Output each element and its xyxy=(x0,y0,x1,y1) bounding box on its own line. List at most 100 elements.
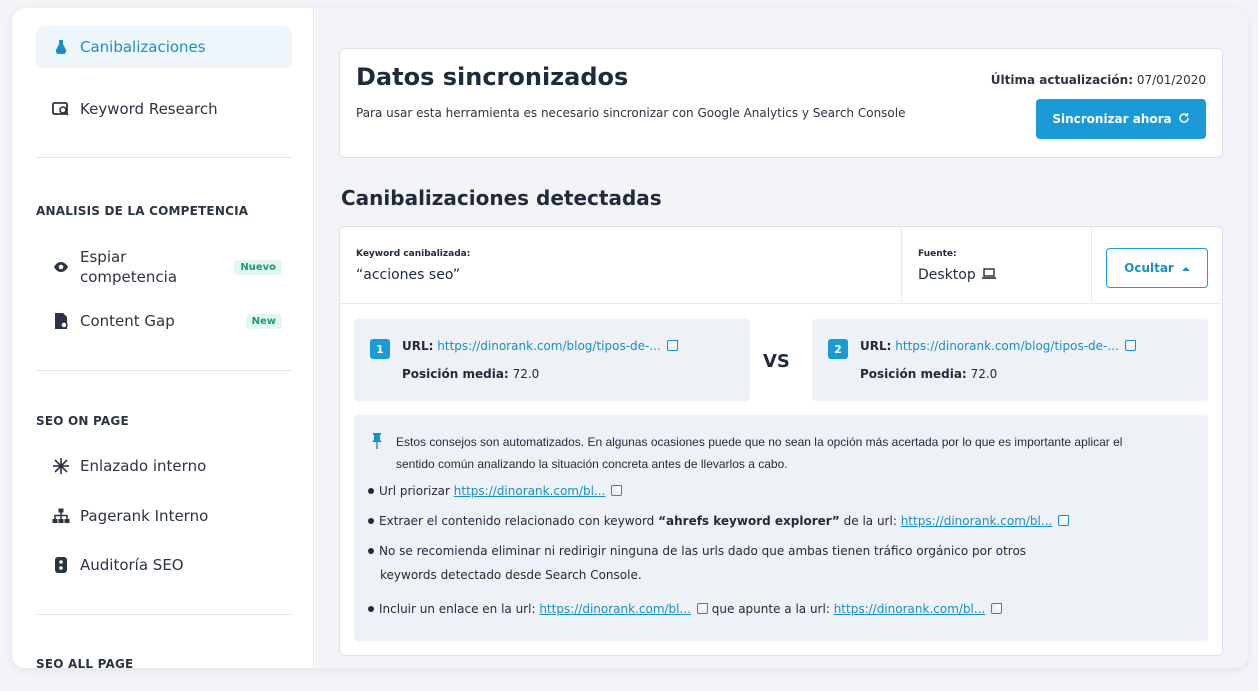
section-title-competencia: ANALISIS DE LA COMPETENCIA xyxy=(36,204,249,218)
app-window: Canibalizaciones Keyword Research ANALIS… xyxy=(12,8,1248,668)
tip-item: Incluir un enlace en la url: https://din… xyxy=(368,597,1003,621)
automated-tips-note: Estos consejos son automatizados. En alg… xyxy=(396,435,1123,471)
bullet xyxy=(368,518,374,524)
sidebar-item-pagerank-interno[interactable]: Pagerank Interno xyxy=(36,495,292,537)
position-value: 72.0 xyxy=(512,367,540,381)
external-link-icon[interactable] xyxy=(666,340,678,351)
external-link-icon[interactable] xyxy=(1124,340,1136,351)
sidebar-item-canibalizaciones[interactable]: Canibalizaciones xyxy=(36,26,292,68)
url-line: URL: https://dinorank.com/blog/tipos-de-… xyxy=(402,339,678,353)
sidebar-item-label: Pagerank Interno xyxy=(80,507,209,525)
tip-text: de la url: xyxy=(843,514,897,528)
new-badge: Nuevo xyxy=(234,259,282,275)
tip-item: Url priorizar https://dinorank.com/bl... xyxy=(368,479,623,503)
laptop-icon xyxy=(981,267,996,283)
last-update-label: Última actualización: xyxy=(990,73,1133,87)
sidebar-item-auditoria-seo[interactable]: Auditoría SEO xyxy=(36,544,292,586)
sitemap-icon xyxy=(52,507,70,525)
flask-icon xyxy=(52,38,70,56)
tip-link[interactable]: https://dinorank.com/bl... xyxy=(834,602,986,616)
divider xyxy=(340,303,1222,304)
sidebar-item-label: Content Gap xyxy=(80,312,175,330)
divider xyxy=(36,157,292,158)
url-label: URL: xyxy=(860,339,892,353)
new-badge: New xyxy=(245,313,282,329)
url-number-badge: 2 xyxy=(828,339,848,359)
tip-text: keywords detectado desde Search Console. xyxy=(380,568,642,582)
last-update: Última actualización: 07/01/2020 xyxy=(991,73,1206,87)
cannibalization-card: Keyword canibalizada: “acciones seo” Fue… xyxy=(339,226,1223,656)
tip-text: Url priorizar xyxy=(379,484,450,498)
sync-button-label: Sincronizar ahora xyxy=(1052,112,1172,126)
eye-icon xyxy=(52,258,70,276)
source-text: Desktop xyxy=(918,267,976,283)
bullet xyxy=(368,548,374,554)
vs-label: VS xyxy=(763,351,790,372)
section-title-seo-all-page: SEO ALL PAGE xyxy=(36,657,134,668)
audit-icon xyxy=(52,556,70,574)
sidebar-item-enlazado-interno[interactable]: Enlazado interno xyxy=(36,445,292,487)
tips-box: Estos consejos son automatizados. En alg… xyxy=(354,415,1208,641)
sidebar-item-label: Espiar competencia xyxy=(80,248,178,286)
url-line: URL: https://dinorank.com/blog/tipos-de-… xyxy=(860,339,1136,353)
hide-button-label: Ocultar xyxy=(1124,261,1174,275)
bullet xyxy=(368,488,374,494)
pin-icon xyxy=(372,433,382,453)
url-link[interactable]: https://dinorank.com/blog/tipos-de-... xyxy=(437,339,661,353)
sidebar-item-label: Enlazado interno xyxy=(80,457,207,475)
external-link-icon[interactable] xyxy=(991,603,1003,614)
keyword-search-icon xyxy=(52,100,70,118)
divider xyxy=(1091,227,1092,302)
url-box-2: 2 URL: https://dinorank.com/blog/tipos-d… xyxy=(812,319,1208,401)
position-line: Posición media: 72.0 xyxy=(402,367,539,381)
position-line: Posición media: 72.0 xyxy=(860,367,997,381)
section-title-seo-on-page: SEO ON PAGE xyxy=(36,414,129,428)
tip-text: No se recomienda eliminar ni redirigir n… xyxy=(379,544,1027,558)
divider xyxy=(901,227,902,302)
tip-link[interactable]: https://dinorank.com/bl... xyxy=(539,602,691,616)
sync-now-button[interactable]: Sincronizar ahora xyxy=(1036,99,1206,139)
network-icon xyxy=(52,457,70,475)
sidebar-item-espiar-competencia[interactable]: Espiar competencia Nuevo xyxy=(36,244,292,290)
sidebar-item-content-gap[interactable]: Content Gap New xyxy=(36,300,292,342)
url-label: URL: xyxy=(402,339,434,353)
tip-link[interactable]: https://dinorank.com/bl... xyxy=(454,484,606,498)
bullet xyxy=(368,606,374,612)
keyword-label: Keyword canibalizada: xyxy=(356,249,471,259)
main-content: Datos sincronizados Para usar esta herra… xyxy=(315,8,1248,668)
last-update-value: 07/01/2020 xyxy=(1136,73,1206,87)
position-value: 72.0 xyxy=(970,367,998,381)
source-label: Fuente: xyxy=(918,249,957,259)
keyword-value: “acciones seo” xyxy=(356,267,461,283)
url-link[interactable]: https://dinorank.com/blog/tipos-de-... xyxy=(895,339,1119,353)
tip-text: que apunte a la url: xyxy=(711,602,830,616)
sidebar-item-label: Auditoría SEO xyxy=(80,556,184,574)
sync-title: Datos sincronizados xyxy=(356,63,629,91)
tip-item: Extraer el contenido relacionado con key… xyxy=(368,509,1070,533)
source-value: Desktop xyxy=(918,267,996,283)
tip-keyword: “ahrefs keyword explorer” xyxy=(658,514,840,528)
url-box-1: 1 URL: https://dinorank.com/blog/tipos-d… xyxy=(354,319,750,401)
sync-card: Datos sincronizados Para usar esta herra… xyxy=(339,48,1223,158)
url-number-badge: 1 xyxy=(370,339,390,359)
tip-item: No se recomienda eliminar ni redirigir n… xyxy=(368,539,1026,587)
caret-up-icon xyxy=(1181,261,1190,275)
section-heading: Canibalizaciones detectadas xyxy=(341,186,662,210)
sidebar-item-label: Keyword Research xyxy=(80,100,218,118)
tip-text: Incluir un enlace en la url: xyxy=(379,602,536,616)
divider xyxy=(36,614,292,615)
refresh-icon xyxy=(1178,112,1190,127)
sidebar-item-keyword-research[interactable]: Keyword Research xyxy=(36,88,292,130)
hide-button[interactable]: Ocultar xyxy=(1106,248,1208,288)
divider xyxy=(36,370,292,371)
tip-text: Extraer el contenido relacionado con key… xyxy=(379,514,655,528)
external-link-icon[interactable] xyxy=(1058,515,1070,526)
external-link-icon[interactable] xyxy=(696,603,708,614)
position-label: Posición media: xyxy=(860,367,967,381)
position-label: Posición media: xyxy=(402,367,509,381)
tip-link[interactable]: https://dinorank.com/bl... xyxy=(901,514,1053,528)
external-link-icon[interactable] xyxy=(611,485,623,496)
sidebar-item-label: Canibalizaciones xyxy=(80,38,206,56)
sidebar: Canibalizaciones Keyword Research ANALIS… xyxy=(12,8,314,668)
document-icon xyxy=(52,312,70,330)
